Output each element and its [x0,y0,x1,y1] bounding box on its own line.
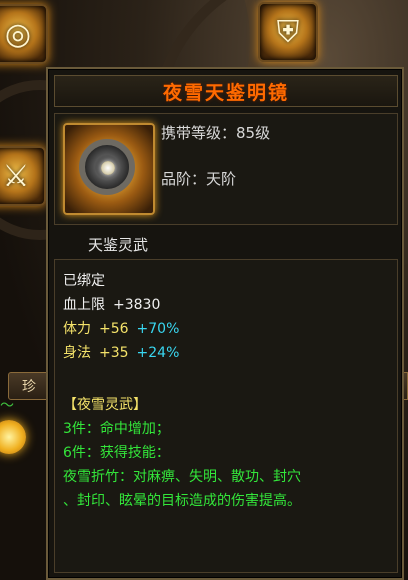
stat-row-agility: 身法 +35 +24% [63,342,179,362]
grass-decoration: 〜 [0,398,14,414]
equip-slot-armor[interactable]: ⛨ [258,2,318,62]
equip-slot-compass[interactable]: ◎ [0,4,48,64]
stat-bonus: +24% [136,345,180,361]
stat-label: 体力 [63,321,91,337]
item-grade: 品阶：天阶 [161,170,237,188]
item-category: 天鉴灵武 [88,236,149,254]
sun-icon [0,420,26,454]
armor-icon: ⛨ [276,14,300,50]
item-info-box: 携带等级：85级 品阶：天阶 [54,113,398,225]
set-bonus-line: 、封印、眩晕的目标造成的伤害提高。 [63,493,301,509]
set-name: 【夜雪灵武】 [63,397,147,413]
sword-icon: ⚔ [2,158,30,194]
treasure-tab-label: 珍 [22,379,36,395]
stat-label: 血上限 [63,297,105,313]
set-bonus-line: 夜雪折竹：对麻痹、失明、散功、封穴 [63,469,301,485]
set-bonus-line: 3件：命中增加； [63,421,170,437]
stat-value: +3830 [113,297,161,313]
stat-label: 身法 [63,345,91,361]
compass-icon: ◎ [4,16,32,52]
mirror-icon [63,123,155,215]
stat-bonus: +70% [136,321,180,337]
stat-value: +35 [99,345,129,361]
item-name: 夜雪天鉴明镜 [162,81,289,104]
bound-status: 已绑定 [63,273,105,289]
level-requirement: 携带等级：85级 [161,124,271,142]
stat-value: +56 [99,321,129,337]
tooltip-title-bar: 夜雪天鉴明镜 [54,75,398,107]
item-tooltip: 夜雪天鉴明镜 携带等级：85级 品阶：天阶 天鉴灵武 已绑定 血上限 +3830 … [46,67,404,580]
set-bonus-line: 6件：获得技能： [63,445,170,461]
stat-row-stamina: 体力 +56 +70% [63,318,179,338]
equip-slot-sword[interactable]: ⚔ [0,146,46,206]
stats-box: 已绑定 血上限 +3830 体力 +56 +70% 身法 +35 +24% 【夜雪灵武】 … [54,259,398,573]
stat-row-hp: 血上限 +3830 [63,294,160,314]
